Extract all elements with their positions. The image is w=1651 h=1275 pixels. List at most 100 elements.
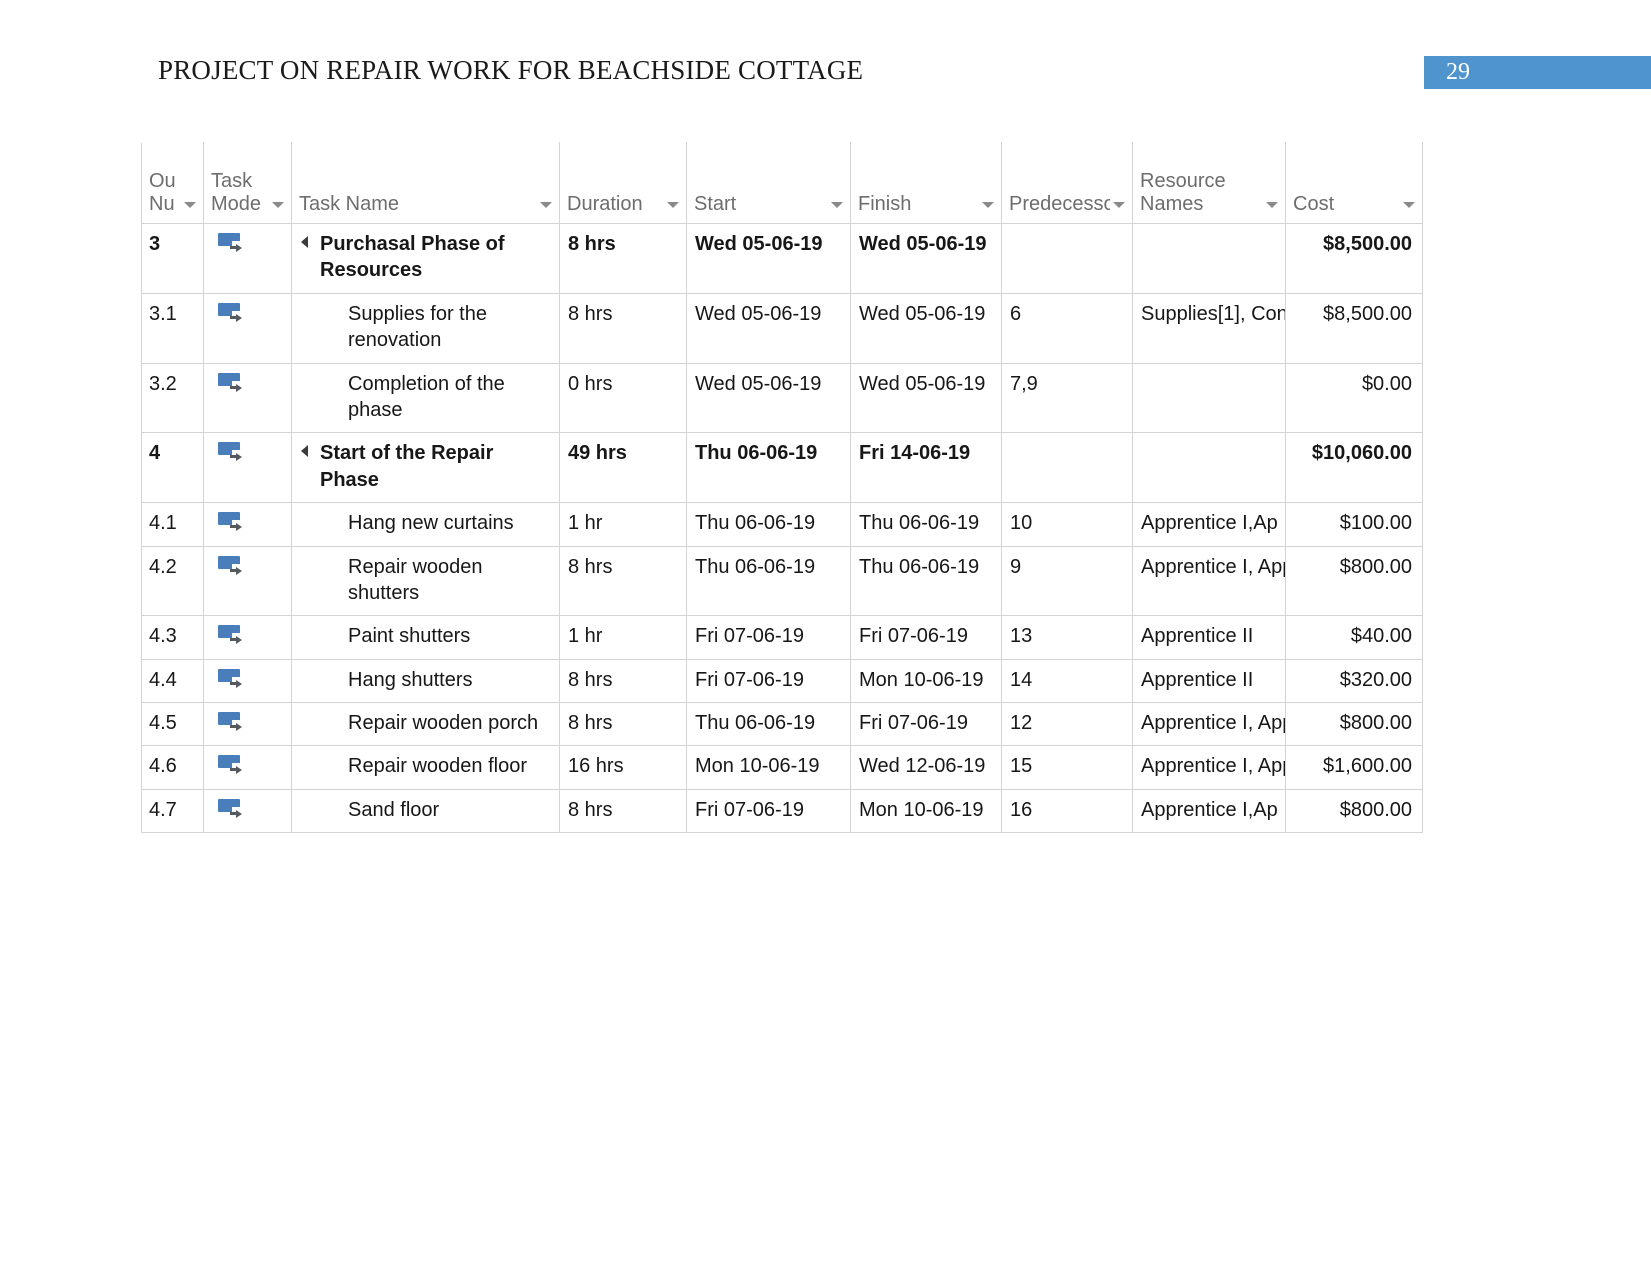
cell-predecessors[interactable]: 10 (1001, 502, 1133, 547)
cell-duration[interactable]: 0 hrs (559, 362, 687, 434)
cell-outline-number[interactable]: 4.6 (141, 745, 204, 790)
cell-task-name[interactable]: Sand floor (291, 788, 560, 834)
chevron-down-icon[interactable] (1266, 202, 1278, 208)
cell-cost[interactable]: $800.00 (1285, 788, 1423, 834)
cell-outline-number[interactable]: 4.7 (141, 788, 204, 834)
cell-finish[interactable]: Thu 06-06-19 (850, 502, 1002, 547)
cell-start[interactable]: Wed 05-06-19 (686, 292, 851, 364)
cell-duration[interactable]: 1 hr (559, 502, 687, 547)
cell-task-name[interactable]: Repair wooden floor (291, 745, 560, 790)
cell-duration[interactable]: 16 hrs (559, 745, 687, 790)
cell-start[interactable]: Fri 07-06-19 (686, 658, 851, 704)
cell-resource-names[interactable]: Apprentice I,Ap (1132, 788, 1286, 834)
cell-task-mode[interactable] (203, 432, 292, 504)
chevron-down-icon[interactable] (1403, 202, 1415, 208)
cell-start[interactable]: Thu 06-06-19 (686, 502, 851, 547)
cell-finish[interactable]: Wed 12-06-19 (850, 745, 1002, 790)
cell-resource-names[interactable] (1132, 223, 1286, 294)
auto-scheduled-icon[interactable] (218, 625, 244, 647)
table-row[interactable]: 4.7 Sand floor 8 hrs Fri 07-06-19 Mon 10-06-… (141, 788, 1423, 834)
cell-task-name[interactable]: Hang new curtains (291, 502, 560, 547)
cell-cost[interactable]: $100.00 (1285, 502, 1423, 547)
column-header-resource-names[interactable]: Resource Names (1132, 142, 1286, 224)
cell-resource-names[interactable]: Apprentice I, Apprentice II (1132, 745, 1286, 790)
cell-predecessors[interactable]: 13 (1001, 615, 1133, 660)
cell-duration[interactable]: 8 hrs (559, 292, 687, 364)
table-row[interactable]: 3.2 Completion of the phase 0 hrs Wed 05-06… (141, 362, 1423, 434)
auto-scheduled-icon[interactable] (218, 372, 244, 395)
cell-predecessors[interactable]: 7,9 (1001, 362, 1133, 434)
cell-resource-names[interactable]: Supplies[1], Contractor (1132, 292, 1286, 364)
cell-finish[interactable]: Mon 10-06-19 (850, 658, 1002, 704)
chevron-down-icon[interactable] (184, 202, 196, 208)
chevron-down-icon[interactable] (540, 202, 552, 208)
cell-task-name[interactable]: Completion of the phase (291, 362, 560, 434)
cell-start[interactable]: Thu 06-06-19 (686, 545, 851, 617)
collapse-triangle-icon[interactable] (301, 236, 308, 248)
cell-start[interactable]: Wed 05-06-19 (686, 362, 851, 434)
column-header-start[interactable]: Start (686, 142, 851, 224)
column-header-task-name[interactable]: Task Name (291, 142, 560, 224)
cell-outline-number[interactable]: 4.5 (141, 702, 204, 747)
cell-resource-names[interactable]: Apprentice II (1132, 658, 1286, 704)
cell-resource-names[interactable]: Apprentice I,Ap (1132, 502, 1286, 547)
cell-predecessors[interactable]: 6 (1001, 292, 1133, 364)
auto-scheduled-icon[interactable] (218, 233, 244, 255)
cell-resource-names[interactable] (1132, 362, 1286, 434)
cell-task-mode[interactable] (203, 545, 292, 617)
cell-task-mode[interactable] (203, 745, 292, 790)
auto-scheduled-icon[interactable] (218, 798, 244, 821)
cell-task-mode[interactable] (203, 702, 292, 747)
column-header-predecessors[interactable]: Predecesso (1001, 142, 1133, 224)
cell-predecessors[interactable] (1001, 223, 1133, 294)
cell-start[interactable]: Thu 06-06-19 (686, 702, 851, 747)
column-header-finish[interactable]: Finish (850, 142, 1002, 224)
cell-finish[interactable]: Fri 14-06-19 (850, 432, 1002, 504)
cell-task-mode[interactable] (203, 362, 292, 434)
cell-finish[interactable]: Mon 10-06-19 (850, 788, 1002, 834)
cell-task-name[interactable]: Paint shutters (291, 615, 560, 660)
cell-cost[interactable]: $320.00 (1285, 658, 1423, 704)
auto-scheduled-icon[interactable] (218, 442, 244, 464)
cell-finish[interactable]: Wed 05-06-19 (850, 223, 1002, 294)
table-row[interactable]: 4.2 Repair wooden shutters 8 hrs Thu 06-06-… (141, 545, 1423, 617)
cell-outline-number[interactable]: 4 (141, 432, 204, 504)
cell-predecessors[interactable]: 15 (1001, 745, 1133, 790)
table-row[interactable]: 3.1 Supplies for the renovation 8 hrs Wed 0… (141, 292, 1423, 364)
auto-scheduled-icon[interactable] (218, 512, 244, 534)
cell-finish[interactable]: Thu 06-06-19 (850, 545, 1002, 617)
table-row[interactable]: 4.1 Hang new curtains 1 hr Thu 06-06-19 Thu … (141, 502, 1423, 547)
cell-duration[interactable]: 8 hrs (559, 223, 687, 294)
cell-predecessors[interactable]: 12 (1001, 702, 1133, 747)
cell-predecessors[interactable]: 14 (1001, 658, 1133, 704)
cell-cost[interactable]: $0.00 (1285, 362, 1423, 434)
cell-task-mode[interactable] (203, 615, 292, 660)
table-row[interactable]: 4.5 Repair wooden porch 8 hrs Thu 06-06-19 F… (141, 702, 1423, 747)
chevron-down-icon[interactable] (982, 202, 994, 208)
collapse-triangle-icon[interactable] (301, 445, 308, 458)
cell-duration[interactable]: 49 hrs (559, 432, 687, 504)
cell-start[interactable]: Wed 05-06-19 (686, 223, 851, 294)
auto-scheduled-icon[interactable] (218, 668, 244, 691)
cell-predecessors[interactable]: 16 (1001, 788, 1133, 834)
cell-duration[interactable]: 8 hrs (559, 702, 687, 747)
table-row[interactable]: 4.6 Repair wooden floor 16 hrs Mon 10-06-19… (141, 745, 1423, 790)
cell-outline-number[interactable]: 4.4 (141, 658, 204, 704)
cell-outline-number[interactable]: 4.2 (141, 545, 204, 617)
cell-outline-number[interactable]: 4.1 (141, 502, 204, 547)
auto-scheduled-icon[interactable] (218, 712, 244, 734)
cell-cost[interactable]: $1,600.00 (1285, 745, 1423, 790)
cell-task-name[interactable]: Start of the Repair Phase (291, 432, 560, 504)
cell-resource-names[interactable]: Apprentice I, Apprentice II (1132, 545, 1286, 617)
table-row[interactable]: 4.3 Paint shutters 1 hr Fri 07-06-19 Fri 07-… (141, 615, 1423, 660)
cell-duration[interactable]: 8 hrs (559, 658, 687, 704)
cell-task-mode[interactable] (203, 788, 292, 834)
table-row[interactable]: 3 Purchasal Phase of Resources 8 hrs Wed 05… (141, 223, 1423, 294)
cell-start[interactable]: Fri 07-06-19 (686, 615, 851, 660)
cell-finish[interactable]: Wed 05-06-19 (850, 292, 1002, 364)
cell-finish[interactable]: Fri 07-06-19 (850, 615, 1002, 660)
cell-start[interactable]: Fri 07-06-19 (686, 788, 851, 834)
cell-duration[interactable]: 8 hrs (559, 545, 687, 617)
cell-task-name[interactable]: Repair wooden shutters (291, 545, 560, 617)
cell-predecessors[interactable]: 9 (1001, 545, 1133, 617)
